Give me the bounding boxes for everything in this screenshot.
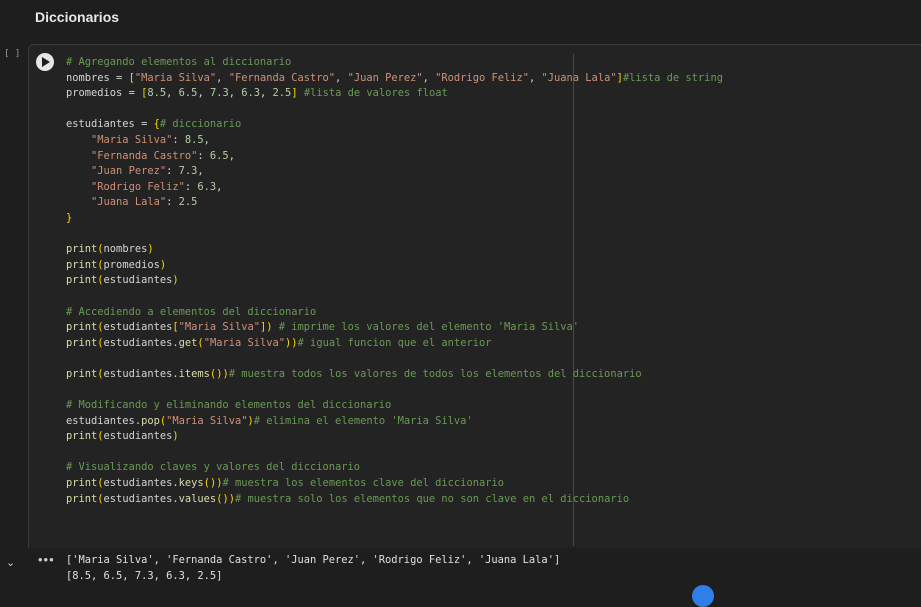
code-line[interactable]: "Juana Lala": 2.5 — [66, 195, 723, 211]
code-line[interactable] — [66, 382, 723, 398]
code-line[interactable]: promedios = [8.5, 6.5, 7.3, 6.3, 2.5] #l… — [66, 86, 723, 102]
floating-indicator — [692, 585, 714, 607]
code-line[interactable]: # Visualizando claves y valores del dicc… — [66, 460, 723, 476]
play-icon — [42, 57, 50, 67]
code-line[interactable]: } — [66, 211, 723, 227]
code-line[interactable]: "Juan Perez": 7.3, — [66, 164, 723, 180]
code-line[interactable]: print(estudiantes.get("Maria Silva"))# i… — [66, 336, 723, 352]
code-line[interactable]: # Accediendo a elementos del diccionario — [66, 305, 723, 321]
output-line: [8.5, 6.5, 7.3, 6.3, 2.5] — [66, 569, 223, 582]
code-line[interactable]: estudiantes = {# diccionario — [66, 117, 723, 133]
code-line[interactable]: # Modificando y eliminando elementos del… — [66, 398, 723, 414]
code-line[interactable] — [66, 227, 723, 243]
code-line[interactable]: "Rodrigo Feliz": 6.3, — [66, 180, 723, 196]
code-line[interactable]: print(estudiantes.values())# muestra sol… — [66, 492, 723, 508]
code-line[interactable]: print(nombres) — [66, 242, 723, 258]
code-line[interactable]: print(estudiantes) — [66, 273, 723, 289]
output-more-button[interactable]: ••• — [38, 552, 55, 567]
code-editor[interactable]: # Agregando elementos al diccionario nomb… — [66, 55, 723, 507]
chevron-down-icon[interactable]: ⌄ — [6, 556, 15, 569]
output-line: ['Maria Silva', 'Fernanda Castro', 'Juan… — [66, 554, 561, 566]
code-line[interactable]: "Maria Silva": 8.5, — [66, 133, 723, 149]
code-line[interactable]: print(estudiantes.items())# muestra todo… — [66, 367, 723, 383]
code-line[interactable]: "Fernanda Castro": 6.5, — [66, 149, 723, 165]
code-line[interactable]: estudiantes.pop("Maria Silva")# elimina … — [66, 414, 723, 430]
code-line[interactable]: # Agregando elementos al diccionario — [66, 55, 723, 71]
code-line[interactable]: nombres = ["Maria Silva", "Fernanda Cast… — [66, 71, 723, 87]
code-line[interactable]: print(estudiantes) — [66, 429, 723, 445]
code-line[interactable]: print(estudiantes["Maria Silva"]) # impr… — [66, 320, 723, 336]
execution-count: [ ] — [4, 49, 21, 59]
code-line[interactable]: print(promedios) — [66, 258, 723, 274]
code-line[interactable] — [66, 351, 723, 367]
code-line[interactable] — [66, 289, 723, 305]
section-title: Diccionarios — [35, 9, 120, 25]
output-text: ['Maria Silva', 'Fernanda Castro', 'Juan… — [66, 553, 560, 584]
code-line[interactable] — [66, 445, 723, 461]
code-line[interactable] — [66, 102, 723, 118]
run-cell-button[interactable] — [36, 53, 54, 71]
code-line[interactable]: print(estudiantes.keys())# muestra los e… — [66, 476, 723, 492]
